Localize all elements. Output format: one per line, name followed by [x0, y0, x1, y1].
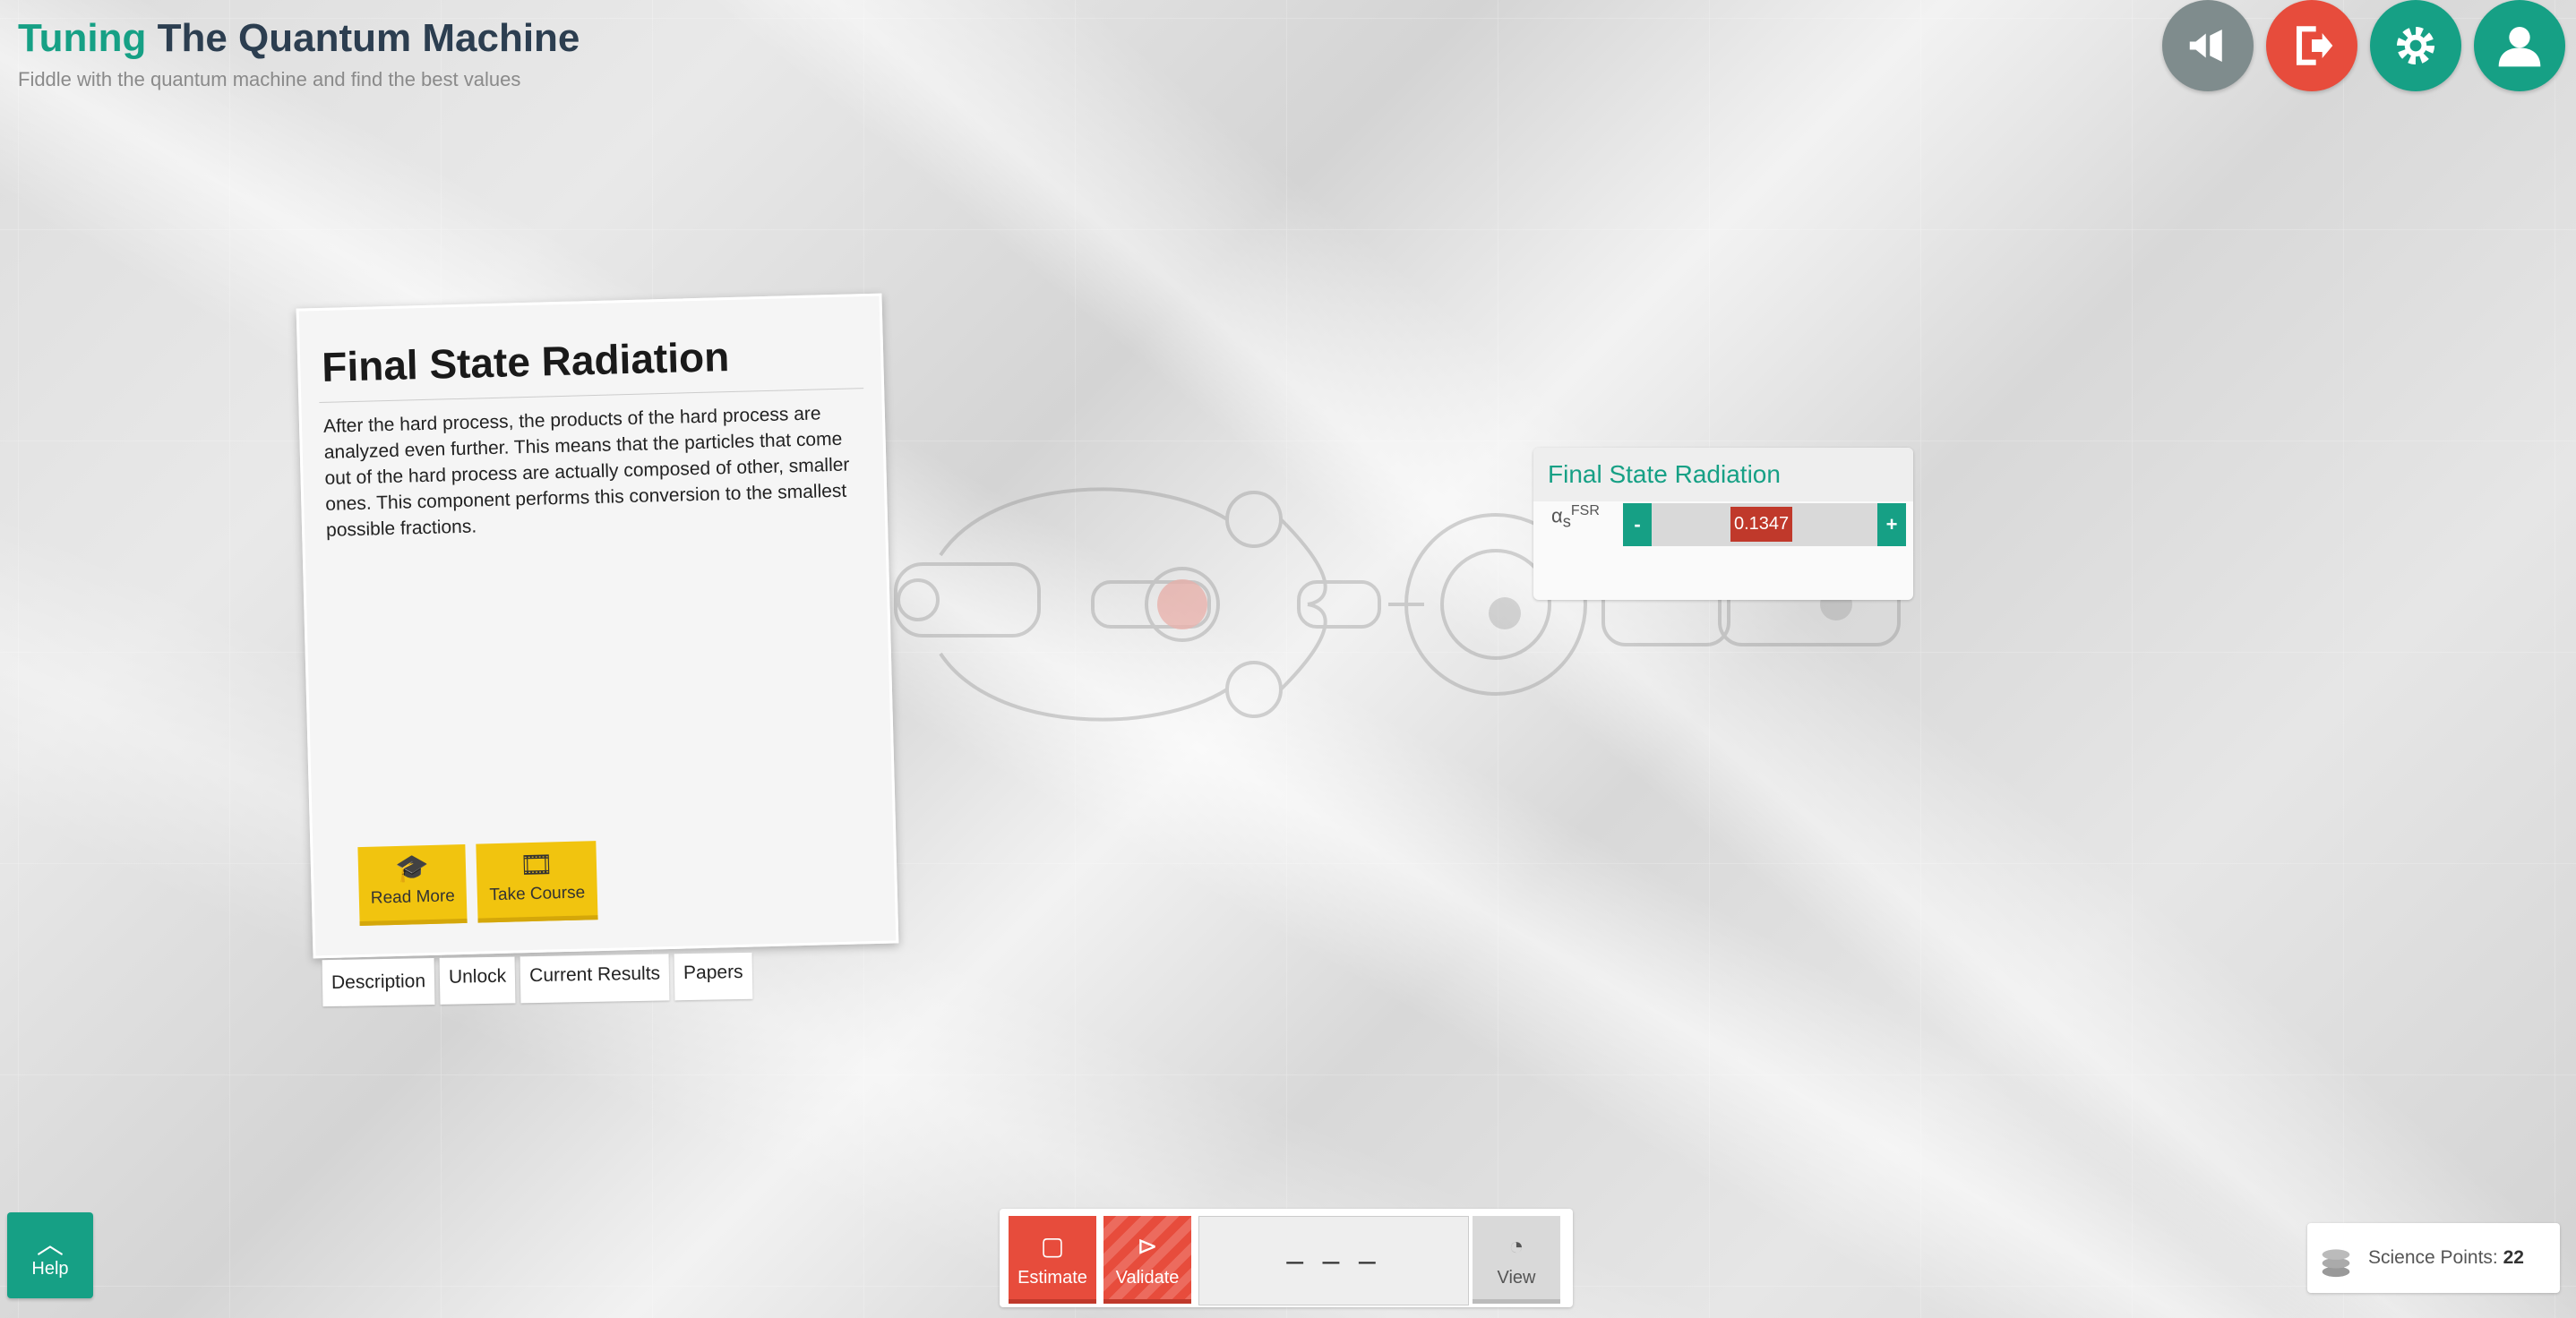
- graduation-cap-icon: 🎓: [394, 853, 430, 884]
- view-button[interactable]: ◔ View: [1473, 1216, 1560, 1304]
- science-points: Science Points: 22: [2307, 1223, 2560, 1293]
- coins-icon: [2322, 1249, 2350, 1278]
- take-course-label: Take Course: [489, 883, 586, 905]
- decrement-button[interactable]: -: [1623, 503, 1652, 546]
- card-description: After the hard process, the products of …: [322, 403, 850, 541]
- estimate-label: Estimate: [1018, 1268, 1087, 1288]
- gauge-icon: ◔: [1508, 1232, 1524, 1260]
- title-accent: Tuning: [18, 16, 147, 60]
- tab-description[interactable]: Description: [322, 958, 435, 1007]
- card-title: Final State Radiation: [321, 333, 730, 390]
- tab-papers[interactable]: Papers: [674, 952, 753, 1001]
- top-toolbar: [2162, 0, 2565, 91]
- title-main: The Quantum Machine: [157, 16, 580, 60]
- announcements-button[interactable]: [2162, 0, 2254, 91]
- chevron-up-icon: ︿: [37, 1229, 64, 1260]
- estimate-button[interactable]: ▢ Estimate: [1009, 1216, 1096, 1304]
- help-button[interactable]: ︿ Help: [7, 1212, 93, 1298]
- page-subtitle: Fiddle with the quantum machine and find…: [18, 68, 521, 90]
- user-icon: [2498, 27, 2541, 67]
- help-label: Help: [31, 1258, 69, 1279]
- result-display: – – –: [1198, 1216, 1469, 1305]
- bottom-action-bar: ▢ Estimate ⊳ Validate – – – ◔ View: [1000, 1209, 1573, 1307]
- parameter-panel-title: Final State Radiation: [1533, 448, 1913, 501]
- validate-button[interactable]: ⊳ Validate: [1103, 1216, 1191, 1304]
- logout-icon: [2296, 26, 2333, 65]
- slider-track[interactable]: 0.1347: [1652, 503, 1877, 546]
- read-more-button[interactable]: 🎓 Read More: [357, 843, 468, 927]
- read-more-label: Read More: [370, 886, 456, 908]
- science-points-value: 22: [2503, 1247, 2524, 1268]
- validate-label: Validate: [1115, 1268, 1180, 1288]
- settings-button[interactable]: [2370, 0, 2461, 91]
- play-icon: ⊳: [1137, 1232, 1158, 1260]
- megaphone-icon: [2189, 30, 2222, 62]
- science-points-label: Science Points:: [2368, 1247, 2498, 1268]
- view-label: View: [1497, 1268, 1536, 1288]
- parameter-label: αsFSR: [1551, 503, 1614, 532]
- info-card: Final State Radiation After the hard pro…: [296, 293, 899, 959]
- param-superscript: FSR: [1570, 503, 1600, 518]
- param-symbol: α: [1551, 504, 1563, 527]
- increment-button[interactable]: +: [1877, 503, 1906, 546]
- square-icon: ▢: [1040, 1232, 1065, 1260]
- card-tabs: Description Unlock Current Results Paper…: [322, 952, 753, 1007]
- parameter-slider[interactable]: - 0.1347 +: [1623, 503, 1906, 546]
- tab-unlock[interactable]: Unlock: [439, 956, 516, 1005]
- param-subscript: s: [1562, 511, 1571, 531]
- card-actions: 🎓 Read More 🎞 Take Course: [357, 841, 598, 927]
- page-title: Tuning The Quantum Machine: [18, 16, 580, 61]
- take-course-button[interactable]: 🎞 Take Course: [476, 841, 598, 923]
- logout-button[interactable]: [2266, 0, 2357, 91]
- slider-value[interactable]: 0.1347: [1730, 507, 1793, 542]
- film-icon: 🎞: [519, 850, 554, 881]
- tab-current-results[interactable]: Current Results: [519, 954, 670, 1004]
- settings-icon: [2397, 26, 2434, 64]
- profile-button[interactable]: [2474, 0, 2565, 91]
- parameter-panel: Final State Radiation αsFSR - 0.1347 +: [1533, 448, 1913, 600]
